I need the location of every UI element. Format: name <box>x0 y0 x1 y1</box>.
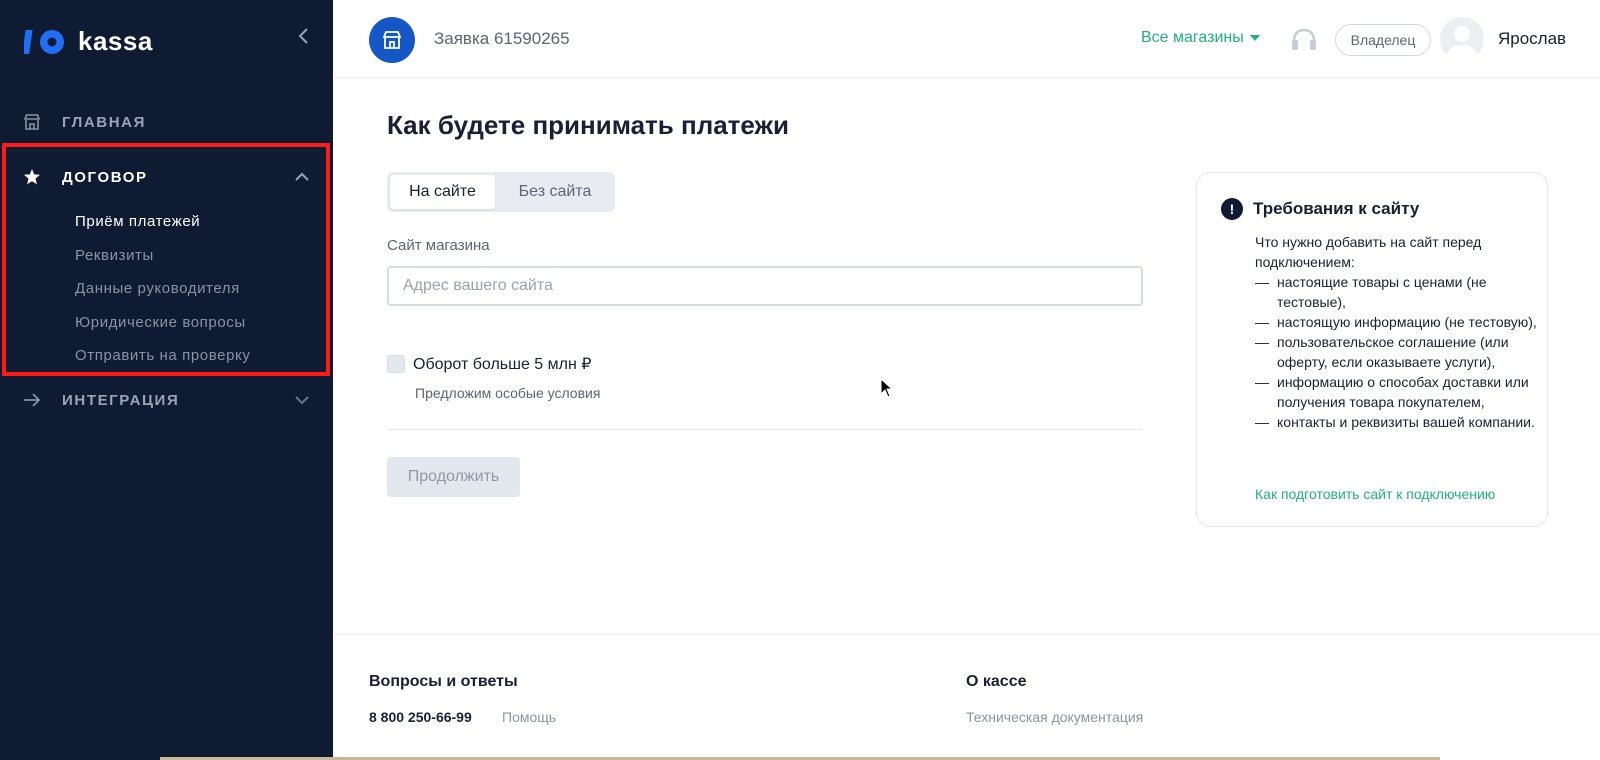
list-item: информацию о способах доставки или получ… <box>1255 372 1543 412</box>
footer: Вопросы и ответы 8 800 250-66-99 Помощь … <box>333 634 1600 760</box>
turnover-hint: Предложим особые условия <box>415 385 601 401</box>
role-button[interactable]: Владелец <box>1335 24 1431 56</box>
request-title: Заявка 61590265 <box>434 29 570 48</box>
store-avatar[interactable] <box>369 17 415 63</box>
site-url-input[interactable] <box>387 266 1143 306</box>
top-bar: Заявка 61590265 Все магазины Владелец Яр… <box>333 0 1600 78</box>
continue-button[interactable]: Продолжить <box>387 457 520 497</box>
requirements-title: Требования к сайту <box>1253 199 1420 218</box>
user-icon <box>1446 26 1478 61</box>
divider <box>387 429 1143 430</box>
sidebar-item-label: ИНТЕГРАЦИЯ <box>62 391 180 409</box>
turnover-checkbox-row[interactable]: Оборот больше 5 млн ₽ <box>387 354 591 374</box>
list-item: настоящую информацию (не тестовую), <box>1255 312 1543 332</box>
kassa-logo[interactable]: kassa <box>24 26 153 57</box>
support-phone[interactable]: 8 800 250-66-99 <box>369 709 472 725</box>
sidebar: kassa ГЛАВНАЯ ДОГОВОР Приём платежей Рек… <box>0 0 333 760</box>
turnover-checkbox-label: Оборот больше 5 млн ₽ <box>413 356 592 373</box>
page-title: Как будете принимать платежи <box>387 110 789 140</box>
role-label: Владелец <box>1350 32 1416 48</box>
about-heading: О кассе <box>966 673 1027 690</box>
prepare-site-link[interactable]: Как подготовить сайт к подключению <box>1255 486 1495 502</box>
list-item: пользовательское соглашение (или оферту,… <box>1255 332 1543 372</box>
headset-icon[interactable] <box>1289 25 1319 55</box>
requirements-header: ! Требования к сайту <box>1221 198 1419 220</box>
site-field-label: Сайт магазина <box>387 237 490 254</box>
exclamation-icon: ! <box>1221 198 1243 220</box>
sidebar-item-main[interactable]: ГЛАВНАЯ <box>0 102 333 142</box>
sidebar-item-integration[interactable]: ИНТЕГРАЦИЯ <box>0 380 333 420</box>
tab-without-site[interactable]: Без сайта <box>499 175 611 209</box>
help-link[interactable]: Помощь <box>502 709 556 725</box>
mouse-cursor-icon <box>880 378 894 398</box>
payment-mode-tabs: На сайте Без сайта <box>387 172 615 212</box>
faq-heading: Вопросы и ответы <box>369 673 518 690</box>
collapse-sidebar-button[interactable] <box>292 24 316 48</box>
avatar[interactable] <box>1440 17 1484 61</box>
stores-dropdown-label: Все магазины <box>1141 29 1244 46</box>
continue-button-label: Продолжить <box>407 468 500 485</box>
yoo-logo-icon <box>24 29 64 54</box>
stores-dropdown[interactable]: Все магазины <box>1141 29 1260 47</box>
logo-text: kassa <box>78 26 153 56</box>
chevron-down-icon <box>292 390 312 410</box>
site-requirements-card: ! Требования к сайту Что нужно добавить … <box>1196 172 1548 527</box>
sidebar-item-label: ГЛАВНАЯ <box>62 113 146 131</box>
highlight-frame <box>2 143 330 376</box>
chevron-left-icon <box>298 28 308 44</box>
store-icon <box>382 31 402 49</box>
store-icon <box>22 112 42 132</box>
turnover-checkbox[interactable] <box>387 355 405 373</box>
list-item: настоящие товары с ценами (не тестовые), <box>1255 272 1543 312</box>
user-name[interactable]: Ярослав <box>1498 29 1566 49</box>
requirements-list: настоящие товары с ценами (не тестовые),… <box>1255 272 1543 432</box>
caret-down-icon <box>1249 35 1260 41</box>
list-item: контакты и реквизиты вашей компании. <box>1255 412 1543 432</box>
tech-docs-link[interactable]: Техническая документация <box>966 709 1143 725</box>
arrow-right-icon <box>22 390 42 410</box>
requirements-intro: Что нужно добавить на сайт перед подключ… <box>1255 234 1482 270</box>
tab-on-site[interactable]: На сайте <box>390 175 495 209</box>
